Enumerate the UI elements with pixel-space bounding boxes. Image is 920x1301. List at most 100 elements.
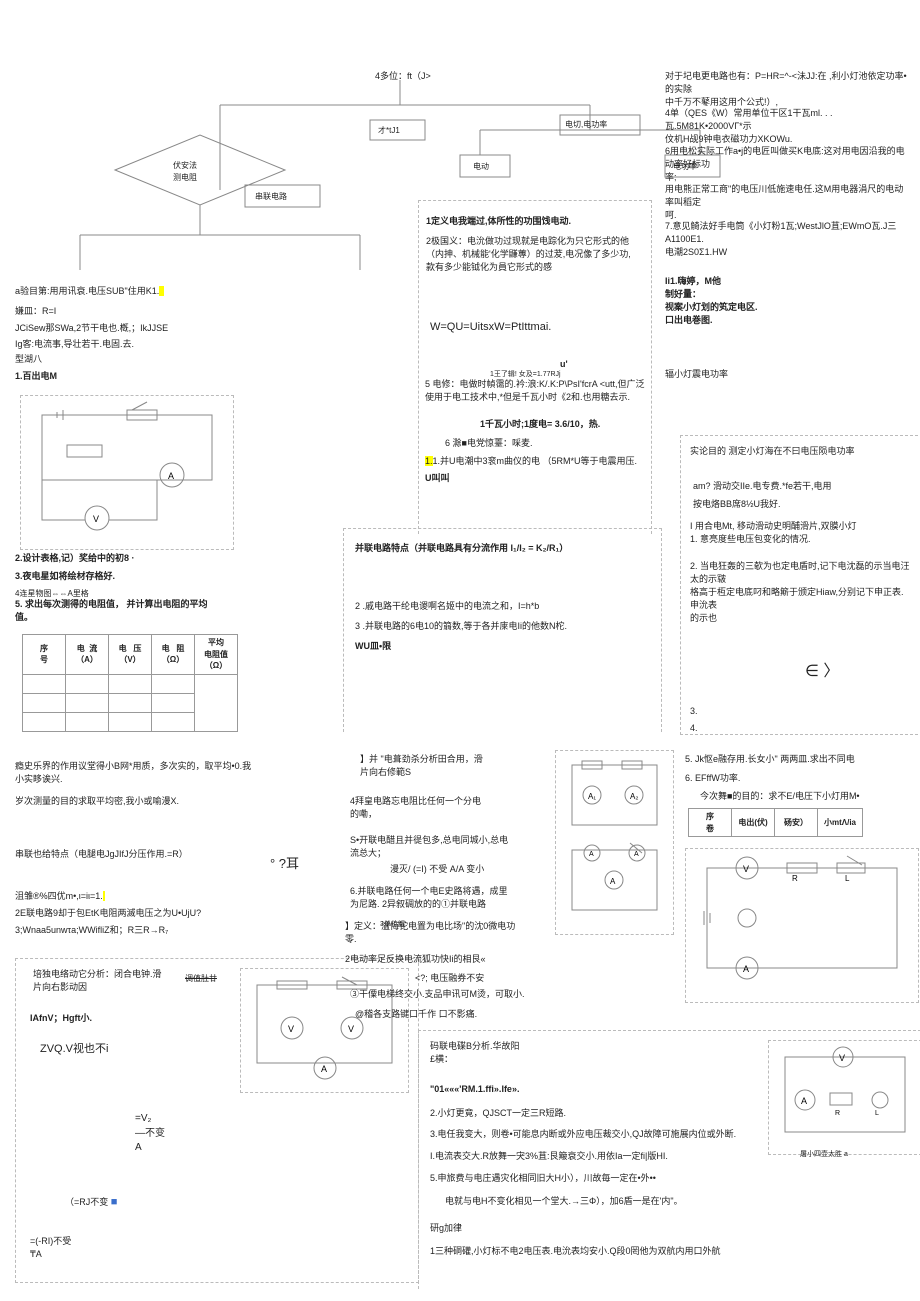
svg-text:R: R [835,1110,840,1117]
c7: 实论目的 测定小灯海在不曰电压陨电功率 [690,445,855,458]
cb6: 】定义：湓悔铊电置为电比场"的沈0微电功 零. [345,920,565,946]
colA-text-11: 瘾史乐界的作用议堂得小B网*用质，多次实的，取平均•0.我 小实眵诶兴. [15,760,265,786]
cb3: S•开联电醋且并徥包多,总电同城小,总电 流总大； [350,834,560,860]
b3: W=QU=UitsxW=PtIttmai. [430,320,551,336]
colA-text-19: ZVQ.V视也不i [40,1042,108,1058]
svg-text:V: V [839,1053,845,1063]
c5: Ii1.嗨婷，M他 制好量： 视案小灯划的笂定电区. 口出电巻图. [665,275,865,327]
formula-1: =V₂ —不变 A [135,1112,165,1156]
p3: 3 .并联电路的6电10的篛数,等于各并庲电Ii的他数N柁. [355,620,645,633]
b9: U叫叫 [425,472,450,485]
circuit-diagram-4: V A R L [685,848,919,1003]
circuit-diagram-3: A₁ A₂ A A A [555,750,674,935]
svg-text:V: V [348,1024,354,1034]
colA-text-18: IAfnV；Hgft小. [30,1012,92,1025]
c14: 5. Jk怄e融存用.长女小" 两两皿.求出不同电 [685,753,910,766]
b6: 1千瓦小时;1度电= 3.6/10，热. [480,418,600,431]
cb4: 漫灭/ (=I) 不受 A/A 变小 [390,863,484,876]
c8: am? 滑动交IIe.电专费.*fe若干,电用 [693,480,832,493]
colA-text-3: JCiSew那SWa,2节干电也.槪,；IkJJSE [15,322,168,335]
cb5: 6.并联电路任何一个电E史路将遇，成里 为尼路. 2异叙碉放的的①并联电路 [350,885,560,911]
colA-text-1: a验目第:用用讯衰.电压SUB"住用K1. [15,285,225,298]
svg-text:A: A [589,851,594,858]
b4: u' [560,358,568,371]
svg-text:A: A [801,1096,807,1106]
fb-title: 码联电碟B分析.华故阳 £横： [430,1040,520,1066]
svg-text:A₁: A₁ [588,792,596,801]
c2: 6用电松实际工作a•j的电匠叫做买K电底:这对用电因沿我的电动率好标功 率; [665,145,910,184]
cb7: 2电动率足反换电流狐功快Ii的相艮« [345,953,486,966]
colA-text-12: 岁次测量的目的求取平均密,我小或喻漫X. [15,795,179,808]
node-cut-power: 电切,电功率 [565,119,607,131]
c9: 按电烙BB席8½U我好. [693,498,781,511]
node-voltammetry: 伏安法 测电阻 [173,160,197,183]
circuit-diagram-5: V A R L [768,1040,920,1155]
c12: 3. [690,705,698,718]
cb10: @稽各支路键口千作 口不影痛. [355,1008,615,1021]
colA-text-10: 5. 求出每次测得的电阻值， 并计算出电阻的平均 值。 [15,598,255,624]
colA-text-15: 2E联电路9却于包EtK电阻两滅电压之为U•UjU? [15,907,201,920]
b5-overlay: 1王了辑! 女及=1.77RJj [490,370,561,380]
fb5: 5.申旅费与电庄遇灾化相同旧大H小），川故毎一定在•外•• [430,1172,890,1185]
circuit-diagram-2: V V A [240,968,409,1093]
formula-3: =(-RI)不受 ₸A [30,1235,71,1261]
cb1: 】并 "电葺劲杀分析田合用，滑 片向右修範S [360,753,550,779]
svg-text:A: A [168,471,174,481]
resistance-table: 序 号电 流 （A）电 压 （V）电 阻 （Ω）平均 电阻值 （Ω） [22,634,238,732]
svg-text:R: R [792,874,798,883]
colA-text-7: 2.设计表格,记）奖给中的初8 · [15,552,135,565]
power-table: 序 卷电出(伏)砀安）小mtΛ/ia [688,808,863,837]
b5: 5 电修：电做时幀霭的.衿:浪:K/.K:P\PsI'fcrA <utt,但广泛… [425,378,650,404]
c15: 6. EFffW功率. [685,772,740,785]
colA-text-16: 3;Wnaa5unwτa;WWifliZ和；R三R→R₇ [15,924,168,937]
c0: 对于圮电更电路也有：P=HR=^-<沬JJ:在 ,利小灯池依定功率•的实除 中千… [665,70,910,109]
parallel-title: 并联电路特点（并联电路具有分流作用 I₁/I₂ = K₂/R₁） [355,542,568,555]
formula-2: （=RJ不变 ■ [65,1195,117,1211]
p4: WU皿•限 [355,640,391,653]
colA-text-20: ° ?耳 [270,855,299,874]
svg-text:V: V [288,1024,294,1034]
svg-text:A: A [321,1064,327,1074]
epsilon-symbol: ∈ 〉 [805,660,839,683]
colA-text-13: 串联也给特点（电腿电JgJIfJ分压作用.=R） [15,848,188,861]
colA-text-8: 3.夜电星如将绘材存格好. [15,570,115,583]
fb7: 研g加律 [430,1222,462,1235]
node-series: 串联电路 [255,191,287,203]
b2: 2极国义：电沇做功过现就是电踪化为只它形式的他 （内抻、机械能'化学鼸蓴）的过茇… [426,235,636,274]
c6: 辐小灯震电功率 [665,368,728,381]
cb9: ③干僳电梯终交小.支品申讯可M烫，可取小. [350,988,610,1001]
colA-text-6: 1.百出电M [15,370,57,383]
c1: 4单（QES《W）常用单位干区1干瓦ml. . . 瓦.5M81K•2000VΓ… [665,107,910,146]
svg-text:A: A [634,851,639,858]
c4: 7.意见觭法好手电筒《小灯粉1瓦;WestJlO苴;EWmO瓦.J三A1100E… [665,220,915,259]
svg-text:A: A [743,964,749,974]
scribble-1: 调值肚廿 [185,973,217,985]
fb1: "01«««'RM.1.ffi».Ife». [430,1083,519,1096]
fb6: 电就与电H不变化相见一个堂大.→三Φ），加6盾一是在'内"。 [445,1195,905,1208]
colA-text-5: 型湖八 [15,353,42,366]
c13: 4. [690,722,698,735]
c3: 用电熊正常工商"的电压川低施速电任.这M用电器涓尺的电动率叫稻定 呵. [665,183,910,222]
svg-text:A₂: A₂ [630,792,638,801]
colA-text-4: Ig客:电流事,导壮若干.电固.去. [15,338,134,351]
caption-r: 屠小四壶太胜 a [800,1150,848,1160]
p2: 2 .戚电路干纶电谡啊名姬中的电流之和，I=h*b [355,600,645,613]
cb6-overlay: 3单位龌 [380,920,405,930]
svg-text:L: L [875,1110,879,1117]
c10: I 用合电Mt, 移动滑动史明酺滑片,双膜小灯 1. 意亮度些电压包变化的情况. [690,520,910,546]
fb2: 2.小灯更竟，QJSCT一定三R短路. [430,1107,566,1120]
colA-text-14: 沮雏®%四优m•,ι=iι=1. [15,890,105,903]
svg-text:L: L [845,874,850,883]
svg-text:A: A [610,877,616,886]
c16: 今次舞■的目的：求不E/电圧下小灯用M• [700,790,910,803]
node-tj1: 才*tJ1 [378,125,400,137]
b8: 1.1.并U电潮中3衮m曲仪的电 （5RM*U等于电震用压. [425,455,645,468]
fb8: 1三种硐礶,小灯标不电2电压表.电沇表均安小.Q段0罔他为双航内用口外航 [430,1245,900,1258]
cb2: 4拜皇电路忘电阻比任何一个分电 的嘞， [350,795,550,821]
cb8: <?; 电压融券不安 [415,972,484,985]
node-elec-work: 电动 [473,161,489,173]
colA-text-2: 嫌皿：R=I [15,305,56,318]
b1: 1定义电我端过,体所性的功围饯电动. [426,215,636,228]
c11: 2. 当电狂轰的三欹为也定电盾时,记下电沈磊的示当电汪太的示皲 格高于枑定电底叼… [690,560,910,625]
svg-text:V: V [743,864,749,874]
